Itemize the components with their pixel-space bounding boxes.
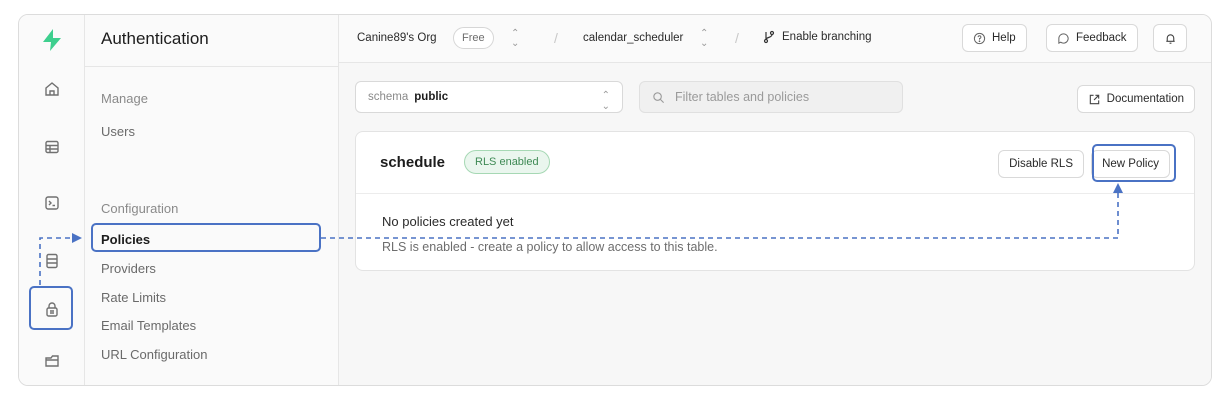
git-branch-icon <box>763 30 775 44</box>
app-window: Authentication Manage Users Configuratio… <box>18 14 1212 386</box>
help-label: Help <box>992 32 1016 44</box>
supabase-logo-icon[interactable] <box>39 27 65 53</box>
home-icon[interactable] <box>40 77 64 101</box>
sidebar-item-email-templates[interactable]: Email Templates <box>101 318 196 333</box>
empty-state-message: RLS is enabled - create a policy to allo… <box>382 240 718 254</box>
sidebar-item-url-configuration[interactable]: URL Configuration <box>101 347 207 362</box>
table-policy-card: schedule RLS enabled Disable RLS New Pol… <box>355 131 1195 271</box>
external-link-icon <box>1089 94 1099 104</box>
help-circle-icon <box>973 32 986 44</box>
card-header: schedule RLS enabled Disable RLS New Pol… <box>356 132 1194 194</box>
feedback-label: Feedback <box>1076 32 1127 44</box>
org-breadcrumb[interactable]: Canine89's Org <box>357 32 437 44</box>
sidebar-item-rate-limits[interactable]: Rate Limits <box>101 290 166 305</box>
project-switch-chevron-icon[interactable]: ⌃ ⌄ <box>700 29 708 49</box>
bell-icon <box>1165 33 1175 44</box>
plan-badge: Free <box>453 27 494 49</box>
search-icon <box>653 91 665 103</box>
sidebar-heading-configuration: Configuration <box>101 201 179 216</box>
enable-branching-button[interactable]: Enable branching <box>762 30 872 44</box>
breadcrumb-separator: / <box>554 30 558 46</box>
sidebar-item-providers[interactable]: Providers <box>101 261 156 276</box>
filter-search-box[interactable] <box>639 81 903 113</box>
disable-rls-button[interactable]: Disable RLS <box>998 150 1084 178</box>
storage-icon[interactable] <box>40 349 64 373</box>
feedback-button[interactable]: Feedback <box>1046 24 1138 52</box>
policies-main: schema public ⌃⌄ Documentation schedule … <box>339 63 1211 385</box>
icon-rail <box>19 15 85 385</box>
documentation-button[interactable]: Documentation <box>1076 85 1195 113</box>
new-policy-highlight <box>1092 144 1176 182</box>
schema-select[interactable]: schema public ⌃ ⌄ <box>355 81 623 113</box>
auth-sidebar: Authentication Manage Users Configuratio… <box>85 15 339 385</box>
chevron-up-down-icon: ⌃ ⌄ <box>601 90 610 112</box>
policies-highlight <box>91 223 321 252</box>
auth-icon-highlight <box>29 286 73 330</box>
database-icon[interactable] <box>40 249 64 273</box>
schema-label: schema <box>368 91 409 103</box>
org-switch-chevron-icon[interactable]: ⌃ ⌄ <box>511 29 519 49</box>
sidebar-item-users[interactable]: Users <box>101 124 135 139</box>
filter-tables-input[interactable] <box>675 90 875 104</box>
sidebar-title: Authentication <box>101 29 209 48</box>
chat-bubble-icon <box>1058 32 1069 44</box>
sql-editor-icon[interactable] <box>40 191 64 215</box>
table-editor-icon[interactable] <box>40 135 64 159</box>
sidebar-divider <box>85 66 338 67</box>
rls-enabled-badge: RLS enabled <box>464 150 550 174</box>
schema-value: public <box>414 91 449 103</box>
documentation-label: Documentation <box>1106 93 1184 105</box>
sidebar-heading-manage: Manage <box>101 91 148 106</box>
top-bar: Canine89's Org Free ⌃ ⌄ / calendar_schedu… <box>339 15 1211 63</box>
notifications-button[interactable] <box>1153 24 1187 52</box>
breadcrumb-separator: / <box>735 30 739 46</box>
empty-state-title: No policies created yet <box>382 214 514 229</box>
enable-branching-label: Enable branching <box>782 31 872 43</box>
table-name: schedule <box>380 154 446 171</box>
help-button[interactable]: Help <box>962 24 1027 52</box>
project-breadcrumb[interactable]: calendar_scheduler <box>583 32 683 44</box>
